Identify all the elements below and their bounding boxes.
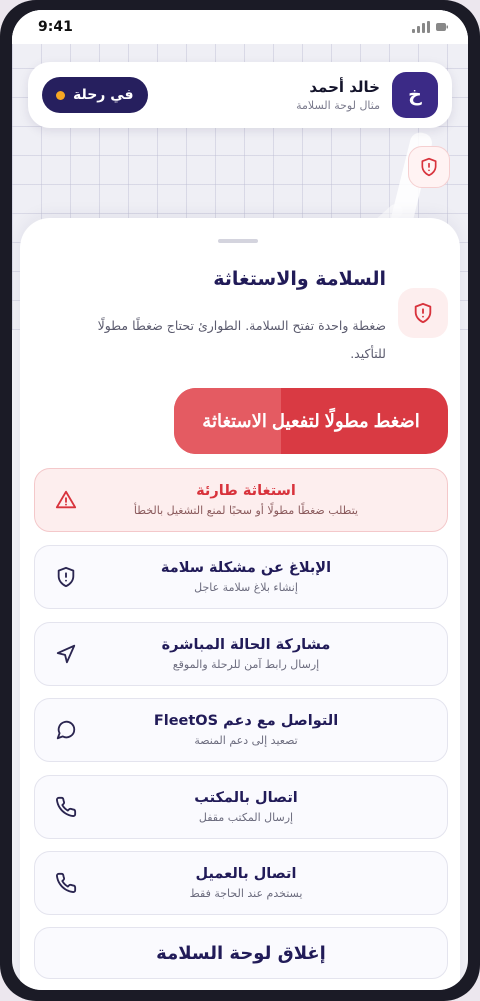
warning-icon	[53, 487, 79, 513]
driver-info: خالد أحمد مثال لوحة السلامة خ	[296, 72, 438, 118]
action-title: التواصل مع دعم FleetOS	[153, 713, 339, 729]
action-title: اتصال بالعميل	[195, 866, 297, 882]
sheet-description: ضغطة واحدة تفتح السلامة. الطوارئ تحتاج ض…	[97, 318, 386, 361]
action-subtitle: تصعيد إلى دعم المنصة	[194, 734, 298, 747]
trip-header-card: في رحلة خالد أحمد مثال لوحة السلامة خ	[28, 62, 452, 128]
map-safety-button[interactable]	[408, 146, 450, 188]
phone-icon	[53, 794, 79, 820]
hold-button-label: اضغط مطولًا لتفعيل الاستغاثة	[202, 410, 420, 431]
safety-sheet: السلامة والاستغاثة ضغطة واحدة تفتح السلا…	[20, 218, 460, 990]
shield-alert-icon	[421, 157, 437, 177]
action-call-office[interactable]: اتصال بالمكتب إرسال المكتب مقفل	[34, 775, 448, 839]
close-safety-panel-button[interactable]: إغلاق لوحة السلامة	[34, 927, 448, 979]
shield-icon	[53, 564, 79, 590]
signal-icon	[412, 21, 430, 33]
action-subtitle: يتطلب ضغطًا مطولًا أو سحبًا لمنع التشغيل…	[133, 504, 359, 517]
action-title: اتصال بالمكتب	[194, 790, 298, 806]
sheet-grabber[interactable]	[218, 239, 258, 243]
action-emergency-sos[interactable]: استغاثة طارئة يتطلب ضغطًا مطولًا أو سحبً…	[34, 468, 448, 532]
sheet-title: السلامة والاستغاثة	[213, 268, 386, 290]
chat-icon	[53, 717, 79, 743]
driver-name: خالد أحمد	[309, 78, 380, 96]
trip-status-label: في رحلة	[73, 87, 134, 103]
action-call-customer[interactable]: اتصال بالعميل يستخدم عند الحاجة فقط	[34, 851, 448, 915]
action-subtitle: إرسال المكتب مقفل	[198, 811, 294, 824]
trip-status-dot	[56, 90, 65, 100]
action-subtitle: إرسال رابط آمن للرحلة والموقع	[172, 658, 320, 671]
action-title: مشاركة الحالة المباشرة	[161, 637, 331, 653]
avatar: خ	[392, 72, 438, 118]
navigation-icon	[53, 641, 79, 667]
shield-alert-icon	[414, 302, 432, 324]
action-contact-support[interactable]: التواصل مع دعم FleetOS تصعيد إلى دعم الم…	[34, 698, 448, 762]
status-icons	[412, 21, 448, 33]
phone-frame: 9:41 في رحلة خالد أحمد مثال لوحة السلامة…	[0, 0, 480, 1001]
battery-icon	[436, 23, 448, 31]
screen: 9:41 في رحلة خالد أحمد مثال لوحة السلامة…	[12, 10, 468, 990]
phone-icon	[53, 870, 79, 896]
action-subtitle: يستخدم عند الحاجة فقط	[189, 887, 303, 900]
hold-to-activate-sos-button[interactable]: اضغط مطولًا لتفعيل الاستغاثة	[174, 388, 448, 454]
trip-status-badge[interactable]: في رحلة	[42, 77, 148, 113]
action-subtitle: إنشاء بلاغ سلامة عاجل	[194, 581, 298, 594]
sheet-shield-badge	[398, 288, 448, 338]
status-time: 9:41	[38, 19, 73, 35]
status-bar: 9:41	[12, 10, 468, 44]
action-report-safety-issue[interactable]: الإبلاغ عن مشكلة سلامة إنشاء بلاغ سلامة …	[34, 545, 448, 609]
action-share-live-status[interactable]: مشاركة الحالة المباشرة إرسال رابط آمن لل…	[34, 622, 448, 686]
driver-subtitle: مثال لوحة السلامة	[296, 99, 380, 112]
action-title: الإبلاغ عن مشكلة سلامة	[160, 560, 332, 576]
action-title: استغاثة طارئة	[196, 483, 296, 499]
